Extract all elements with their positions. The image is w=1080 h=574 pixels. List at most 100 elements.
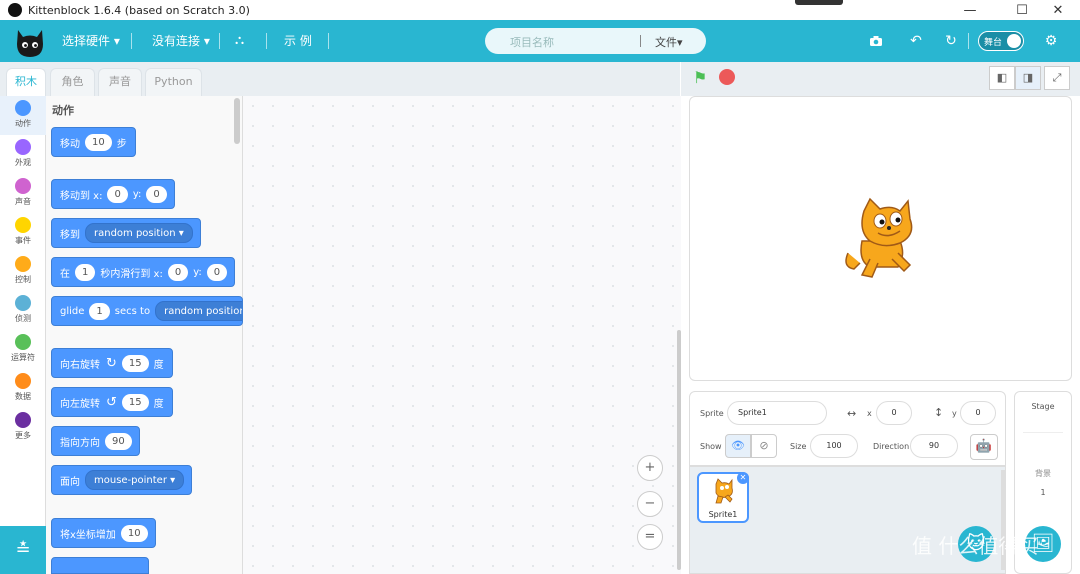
x-input[interactable]: 0 xyxy=(107,185,128,203)
point-target-dropdown[interactable]: mouse-pointer ▾ xyxy=(85,470,185,490)
green-flag-icon[interactable]: ⚑ xyxy=(693,68,711,87)
degrees-input[interactable]: 15 xyxy=(121,393,149,411)
block-text: 向右旋转 xyxy=(60,359,100,371)
goto-target-dropdown[interactable]: random position ▾ xyxy=(85,223,193,243)
category-control[interactable]: 控制 xyxy=(0,252,46,291)
block-text: y: xyxy=(193,266,202,278)
camera-icon[interactable] xyxy=(866,31,886,51)
glide-target-dropdown[interactable]: random position ▾ xyxy=(155,301,242,321)
category-variables[interactable]: 数据 xyxy=(0,369,46,408)
fullscreen-button[interactable]: ⤢ xyxy=(1044,66,1070,90)
block-text: 度 xyxy=(153,359,164,371)
block-glide-to[interactable]: glide 1 secs to random position ▾ xyxy=(51,296,243,326)
robot-icon[interactable]: 🤖 xyxy=(970,434,998,460)
block-text: 移动 xyxy=(60,138,80,150)
small-stage-button[interactable]: ◧ xyxy=(989,66,1015,90)
project-name-input[interactable]: 项目名称 xyxy=(510,34,554,50)
sprite-thumbnail[interactable]: Sprite1 ✕ xyxy=(697,472,749,523)
project-title-box[interactable]: 项目名称 文件▾ xyxy=(485,28,706,54)
block-text: 向左旋转 xyxy=(60,398,100,410)
block-turn-left[interactable]: 向左旋转 ↺ 15 度 xyxy=(51,387,173,417)
close-button[interactable]: ✕ xyxy=(1036,0,1080,20)
tab-sounds[interactable]: 声音 xyxy=(98,68,142,96)
hide-eye-icon[interactable]: ⊘ xyxy=(751,434,777,458)
block-text: 度 xyxy=(153,398,164,410)
zoom-out-button[interactable]: − xyxy=(637,491,663,517)
block-goto-xy[interactable]: 移动到 x: 0 y: 0 xyxy=(51,179,175,209)
palette-section-title: 动作 xyxy=(52,104,74,117)
seconds-input[interactable]: 1 xyxy=(75,263,96,281)
show-label: Show xyxy=(700,442,722,451)
category-motion[interactable]: 动作 xyxy=(0,96,46,135)
palette-scrollbar[interactable] xyxy=(234,98,240,144)
y-position-input[interactable]: 0 xyxy=(960,401,996,425)
add-extension-button[interactable]: ≛ xyxy=(0,526,46,574)
category-events[interactable]: 事件 xyxy=(0,213,46,252)
examples-menu[interactable]: 示 例 xyxy=(284,20,312,62)
undo-icon[interactable]: ↶ xyxy=(906,31,926,51)
menu-divider xyxy=(131,33,132,49)
block-glide-xy[interactable]: 在 1 秒内滑行到 x: 0 y: 0 xyxy=(51,257,236,287)
menu-divider xyxy=(328,33,329,49)
change-x-input[interactable]: 10 xyxy=(120,524,148,542)
category-looks[interactable]: 外观 xyxy=(0,135,46,174)
direction-input[interactable]: 90 xyxy=(910,434,958,458)
seconds-input[interactable]: 1 xyxy=(89,302,110,320)
size-input[interactable]: 100 xyxy=(810,434,858,458)
gear-icon[interactable]: ⚙ xyxy=(1041,31,1061,51)
x-position-input[interactable]: 0 xyxy=(876,401,912,425)
redo-icon[interactable]: ↻ xyxy=(941,31,961,51)
stop-icon[interactable] xyxy=(719,69,735,85)
y-input[interactable]: 0 xyxy=(206,263,228,281)
sprite-name-input[interactable]: Sprite1 xyxy=(727,401,827,425)
editor-tabs: 积木 角色 声音 Python xyxy=(0,62,680,96)
category-sound[interactable]: 声音 xyxy=(0,174,46,213)
connection-menu[interactable]: 没有连接 ▾ xyxy=(152,20,210,62)
file-menu[interactable]: 文件▾ xyxy=(655,34,683,50)
block-point-towards[interactable]: 面向 mouse-pointer ▾ xyxy=(51,465,193,495)
degrees-input[interactable]: 15 xyxy=(121,354,149,372)
rotate-right-icon: ↻ xyxy=(106,355,117,371)
script-workspace[interactable] xyxy=(243,96,681,574)
category-dot xyxy=(15,295,31,311)
minimize-button[interactable]: — xyxy=(948,0,992,20)
steps-input[interactable]: 10 xyxy=(85,133,112,151)
zoom-reset-button[interactable]: = xyxy=(637,524,663,550)
tab-code[interactable]: 积木 xyxy=(6,68,46,96)
block-move-steps[interactable]: 移动 10 步 xyxy=(51,127,136,157)
category-more[interactable]: 更多 xyxy=(0,408,46,447)
stage-canvas[interactable] xyxy=(689,96,1072,381)
normal-stage-button[interactable]: ◨ xyxy=(1015,66,1041,90)
y-input[interactable]: 0 xyxy=(146,185,167,203)
category-dot xyxy=(15,373,31,389)
category-label: 运算符 xyxy=(11,353,35,362)
block-change-x[interactable]: 将x坐标增加 10 xyxy=(51,518,156,548)
category-label: 外观 xyxy=(15,158,31,167)
block-turn-right[interactable]: 向右旋转 ↻ 15 度 xyxy=(51,348,173,378)
stage-toggle[interactable]: 舞台 xyxy=(978,31,1024,51)
select-hardware-menu[interactable]: 选择硬件 ▾ xyxy=(62,20,120,62)
show-eye-icon[interactable]: 👁 xyxy=(725,434,751,458)
tab-costumes[interactable]: 角色 xyxy=(50,68,95,96)
block-text: 移到 xyxy=(60,229,80,241)
block-point-direction[interactable]: 指向方向 90 xyxy=(51,426,140,456)
device-tree-icon[interactable]: ⛬ xyxy=(235,20,244,62)
workspace-scrollbar[interactable] xyxy=(677,330,681,570)
tab-python[interactable]: Python xyxy=(145,68,202,96)
block-goto[interactable]: 移到 random position ▾ xyxy=(51,218,201,248)
kittenblock-logo[interactable] xyxy=(14,24,46,58)
scratch-cat-sprite[interactable] xyxy=(840,197,926,283)
block-text: 在 xyxy=(60,268,70,280)
category-operators[interactable]: 运算符 xyxy=(0,330,46,369)
direction-input[interactable]: 90 xyxy=(105,432,132,450)
delete-sprite-icon[interactable]: ✕ xyxy=(737,472,749,484)
x-input[interactable]: 0 xyxy=(167,263,189,281)
project-divider xyxy=(640,35,641,47)
category-label: 事件 xyxy=(15,236,31,245)
block-set-x[interactable] xyxy=(51,557,149,574)
zoom-in-button[interactable]: + xyxy=(637,455,663,481)
category-sensing[interactable]: 侦测 xyxy=(0,291,46,330)
block-text: 面向 xyxy=(60,476,80,488)
y-arrow-icon: ↕ xyxy=(934,406,944,419)
rotate-left-icon: ↺ xyxy=(106,394,117,410)
